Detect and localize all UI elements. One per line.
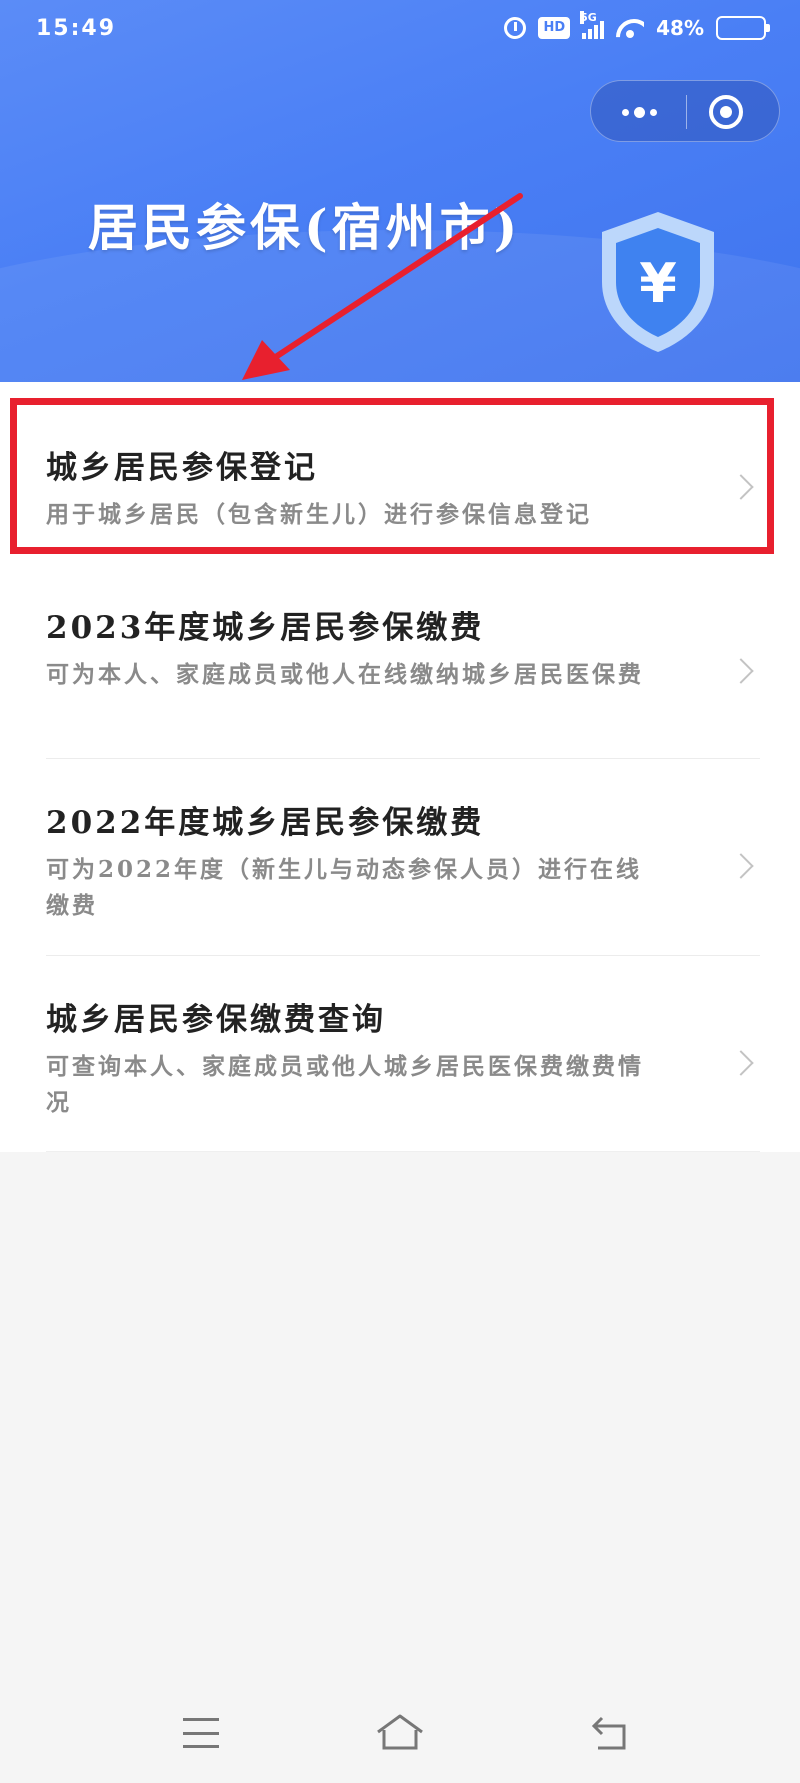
menu-item-payment-2022[interactable]: 2022年度城乡居民参保缴费 可为2022年度（新生儿与动态参保人员）进行在线缴… [46,759,760,956]
close-target-icon[interactable] [709,95,743,129]
service-menu-list: 城乡居民参保登记 用于城乡居民（包含新生儿）进行参保信息登记 2023年度城乡居… [0,382,800,1152]
signal-icon: 5G [580,11,605,39]
menu-item-desc: 可查询本人、家庭成员或他人城乡居民医保费缴费情况 [46,1053,644,1116]
mini-program-capsule [590,80,780,142]
capsule-divider [686,95,687,129]
alarm-icon [504,17,527,39]
menu-item-title: 城乡居民参保缴费查询 [46,1002,386,1038]
back-icon[interactable] [590,1714,630,1752]
hd-icon: HD [538,17,571,39]
battery-percent: 48% [656,16,704,40]
menu-item-title: 2022年度城乡居民参保缴费 [46,805,485,841]
menu-item-registration[interactable]: 城乡居民参保登记 用于城乡居民（包含新生儿）进行参保信息登记 [46,382,760,564]
menu-item-title: 城乡居民参保登记 [46,450,318,486]
status-icons: HD 5G 48% [504,11,770,40]
chevron-right-icon [728,658,754,684]
chevron-right-icon [728,1050,754,1076]
menu-item-title: 2023年度城乡居民参保缴费 [46,610,485,646]
menu-item-desc: 可为2022年度（新生儿与动态参保人员）进行在线缴费 [46,856,643,919]
header-banner: 15:49 HD 5G 48% 居民参保(宿州市) ¥ [0,0,800,382]
shield-symbol: ¥ [639,252,677,315]
system-nav-bar [0,1690,800,1783]
more-dots-icon[interactable] [615,99,663,125]
menu-item-desc: 用于城乡居民（包含新生儿）进行参保信息登记 [46,501,592,528]
page-title: 居民参保(宿州市) [88,198,522,257]
menu-item-desc: 可为本人、家庭成员或他人在线缴纳城乡居民医保费 [46,661,644,688]
status-bar: 15:49 HD 5G 48% [0,0,800,60]
menu-icon[interactable] [183,1718,219,1748]
wifi-icon [616,17,644,39]
shield-icon: ¥ [602,212,714,352]
status-time: 15:49 [36,16,117,41]
network-type: 5G [580,11,597,24]
menu-item-payment-query[interactable]: 城乡居民参保缴费查询 可查询本人、家庭成员或他人城乡居民医保费缴费情况 [46,956,760,1152]
menu-item-payment-2023[interactable]: 2023年度城乡居民参保缴费 可为本人、家庭成员或他人在线缴纳城乡居民医保费 [46,564,760,759]
battery-icon [716,16,770,40]
chevron-right-icon [728,853,754,879]
home-icon[interactable] [374,1712,426,1752]
